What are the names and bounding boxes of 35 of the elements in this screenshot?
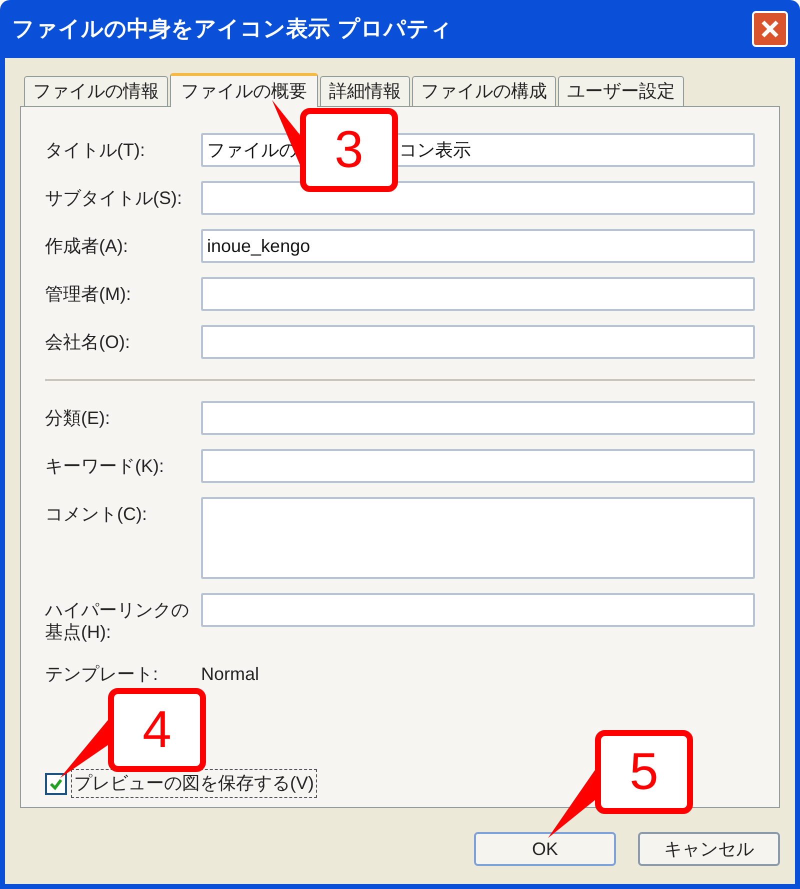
ok-button[interactable]: OK (474, 832, 616, 866)
field-label: 分類(E): (45, 407, 111, 429)
tab[interactable]: 詳細情報 (320, 76, 410, 106)
callout-pointer (548, 770, 595, 838)
field-label: コメント(C): (45, 503, 148, 525)
tab[interactable]: ファイルの概要 (170, 73, 318, 107)
check-icon (49, 776, 63, 790)
text-field[interactable]: inoue_kengo (201, 229, 755, 263)
comment-field[interactable] (201, 497, 755, 579)
text-field[interactable] (201, 277, 755, 311)
cancel-button[interactable]: キャンセル (638, 832, 780, 866)
field-label: テンプレート: (45, 663, 160, 685)
field-label: 会社名(O): (45, 331, 131, 353)
callout-badge: 3 (300, 108, 398, 192)
text-field[interactable] (201, 325, 755, 359)
field-label: ハイパーリンクの基点(H): (45, 599, 190, 643)
field-label: タイトル(T): (45, 139, 146, 161)
tab[interactable]: ユーザー設定 (558, 76, 684, 106)
text-field[interactable] (201, 449, 755, 483)
close-button[interactable] (752, 11, 788, 47)
field-label: サブタイトル(S): (45, 187, 183, 209)
text-field[interactable] (201, 401, 755, 435)
callout-badge: 4 (108, 688, 206, 772)
field-label: キーワード(K): (45, 455, 165, 477)
checkbox[interactable] (45, 772, 67, 794)
tab[interactable]: ファイルの情報 (24, 76, 168, 106)
window-title: ファイルの中身をアイコン表示 プロパティ (12, 16, 453, 44)
field-label: 管理者(M): (45, 283, 132, 305)
tab[interactable]: ファイルの構成 (412, 76, 556, 106)
callout-badge: 5 (595, 730, 693, 814)
field-label: 作成者(A): (45, 235, 129, 257)
text-field[interactable] (201, 593, 755, 627)
template-value: Normal (201, 663, 260, 685)
text-field[interactable] (201, 181, 755, 215)
close-icon (760, 19, 780, 39)
